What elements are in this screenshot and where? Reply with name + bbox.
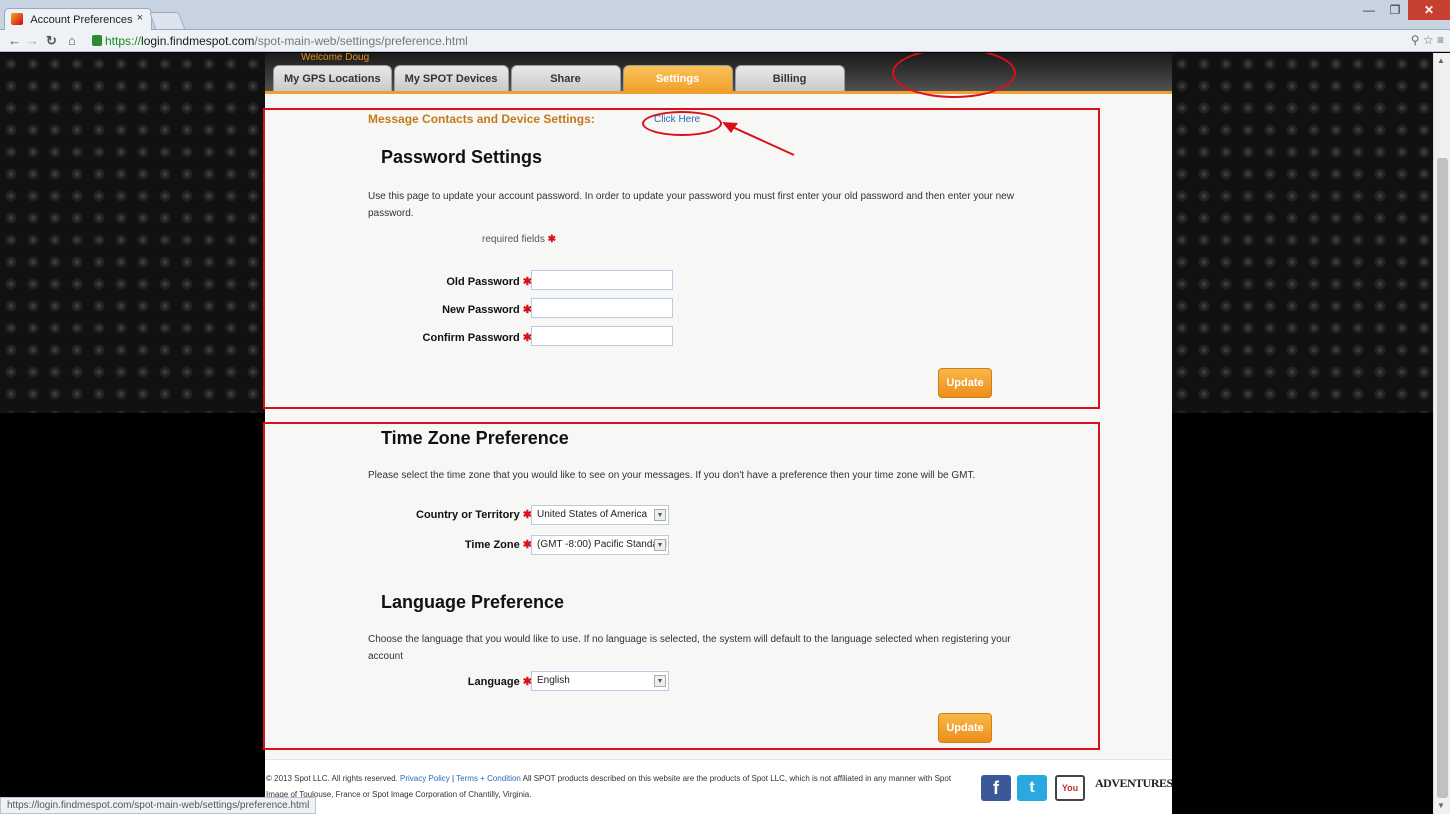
chevron-down-icon[interactable]: ▼	[654, 539, 666, 551]
country-label: Country or Territory ✱	[416, 509, 532, 521]
welcome-text: Welcome Doug	[301, 53, 370, 63]
url-path: /spot-main-web/settings/preference.html	[254, 34, 468, 48]
url-host: login.findmespot.com	[141, 34, 255, 48]
home-icon[interactable]: ⌂	[68, 33, 76, 48]
language-label: Language ✱	[467, 676, 532, 688]
facebook-icon[interactable]: f	[981, 775, 1011, 801]
browser-toolbar: ← → ↻ ⌂ https://login.findmespot.com/spo…	[0, 30, 1450, 52]
time-zone-label: Time Zone ✱	[464, 539, 532, 551]
main-tabs: My GPS Locations My SPOT Devices Share S…	[273, 65, 845, 92]
privacy-policy-link[interactable]: Privacy Policy	[400, 774, 450, 783]
tab-spot-devices[interactable]: My SPOT Devices	[393, 65, 509, 92]
background-pattern-left	[0, 53, 265, 413]
minimize-icon[interactable]: —	[1356, 0, 1382, 20]
site-header: Welcome Doug My GPS Locations My SPOT De…	[265, 53, 1172, 94]
time-zone-selected-value: (GMT -8:00) Pacific Standard Time	[537, 539, 668, 550]
forward-arrow-icon[interactable]: →	[26, 33, 39, 48]
chevron-down-icon[interactable]: ▼	[654, 675, 666, 687]
zoom-star-menu-icons[interactable]: ⚲ ☆ ≡	[1411, 33, 1444, 47]
lock-icon	[92, 35, 102, 46]
language-description: Choose the language that you would like …	[368, 634, 1011, 662]
browser-tab[interactable]: Account Preferences ×	[4, 8, 152, 30]
footer-text: © 2013 Spot LLC. All rights reserved. Pr…	[266, 774, 952, 799]
maximize-icon[interactable]: ❐	[1382, 0, 1408, 20]
tab-title: Account Preferences	[30, 14, 133, 26]
confirm-password-input[interactable]	[531, 326, 673, 346]
page-viewport: Welcome Doug My GPS Locations My SPOT De…	[0, 53, 1433, 814]
message-contacts-label: Message Contacts and Device Settings:	[368, 112, 595, 126]
url-scheme: https://	[105, 34, 142, 48]
twitter-icon[interactable]: t	[1017, 775, 1047, 801]
update-preferences-button[interactable]: Update	[938, 713, 992, 743]
address-bar[interactable]: https://login.findmespot.com/spot-main-w…	[92, 33, 1432, 49]
language-select[interactable]: English ▼	[531, 671, 669, 691]
adventures-logo[interactable]: ADVENTURES	[1095, 776, 1173, 791]
annotation-arrow	[722, 122, 795, 156]
reload-icon[interactable]: ↻	[46, 33, 57, 49]
tab-share[interactable]: Share	[510, 65, 621, 92]
chevron-down-icon[interactable]: ▼	[654, 509, 666, 521]
required-fields-note: required fields ✱	[482, 234, 556, 245]
site-content: Welcome Doug My GPS Locations My SPOT De…	[263, 53, 1173, 814]
scroll-down-icon[interactable]: ▼	[1437, 801, 1445, 810]
background-pattern-right	[1171, 53, 1433, 413]
new-password-input[interactable]	[531, 298, 673, 318]
page-scrollbar[interactable]: ▲ ▼	[1433, 53, 1450, 814]
youtube-icon[interactable]: You	[1055, 775, 1085, 801]
tab-billing[interactable]: Billing	[734, 65, 845, 92]
browser-titlebar: Account Preferences × — ❐ ✕	[0, 0, 1450, 30]
new-tab-button[interactable]	[148, 12, 186, 29]
tab-settings[interactable]: Settings	[622, 65, 733, 92]
language-selected-value: English	[537, 675, 570, 686]
old-password-label: Old Password ✱	[446, 276, 532, 288]
browser-status-url: https://login.findmespot.com/spot-main-w…	[0, 797, 317, 814]
confirm-password-label: Confirm Password ✱	[422, 332, 532, 344]
time-zone-description: Please select the time zone that you wou…	[368, 470, 976, 481]
terms-link[interactable]: Terms + Condition	[456, 774, 521, 783]
tab-gps-locations[interactable]: My GPS Locations	[273, 65, 392, 92]
password-description: Use this page to update your account pas…	[368, 191, 1014, 219]
close-window-icon[interactable]: ✕	[1408, 0, 1450, 20]
language-title: Language Preference	[381, 592, 565, 612]
update-password-button[interactable]: Update	[938, 368, 992, 398]
time-zone-select[interactable]: (GMT -8:00) Pacific Standard Time ▼	[531, 535, 669, 555]
window-controls: — ❐ ✕	[1356, 0, 1450, 20]
site-favicon-icon	[11, 13, 23, 25]
header-accent-line	[265, 91, 1172, 94]
new-password-label: New Password ✱	[442, 304, 532, 316]
required-star-icon: ✱	[547, 234, 556, 245]
annotation-circle-click-here	[642, 111, 722, 136]
site-footer: © 2013 Spot LLC. All rights reserved. Pr…	[265, 759, 1173, 814]
country-select[interactable]: United States of America ▼	[531, 505, 669, 525]
tab-close-icon[interactable]: ×	[137, 12, 143, 24]
time-zone-title: Time Zone Preference	[381, 428, 569, 448]
password-settings-title: Password Settings	[381, 147, 543, 167]
back-arrow-icon[interactable]: ←	[8, 33, 21, 48]
scroll-thumb[interactable]	[1437, 158, 1448, 798]
country-selected-value: United States of America	[537, 509, 648, 520]
old-password-input[interactable]	[531, 270, 673, 290]
scroll-up-icon[interactable]: ▲	[1437, 56, 1445, 65]
